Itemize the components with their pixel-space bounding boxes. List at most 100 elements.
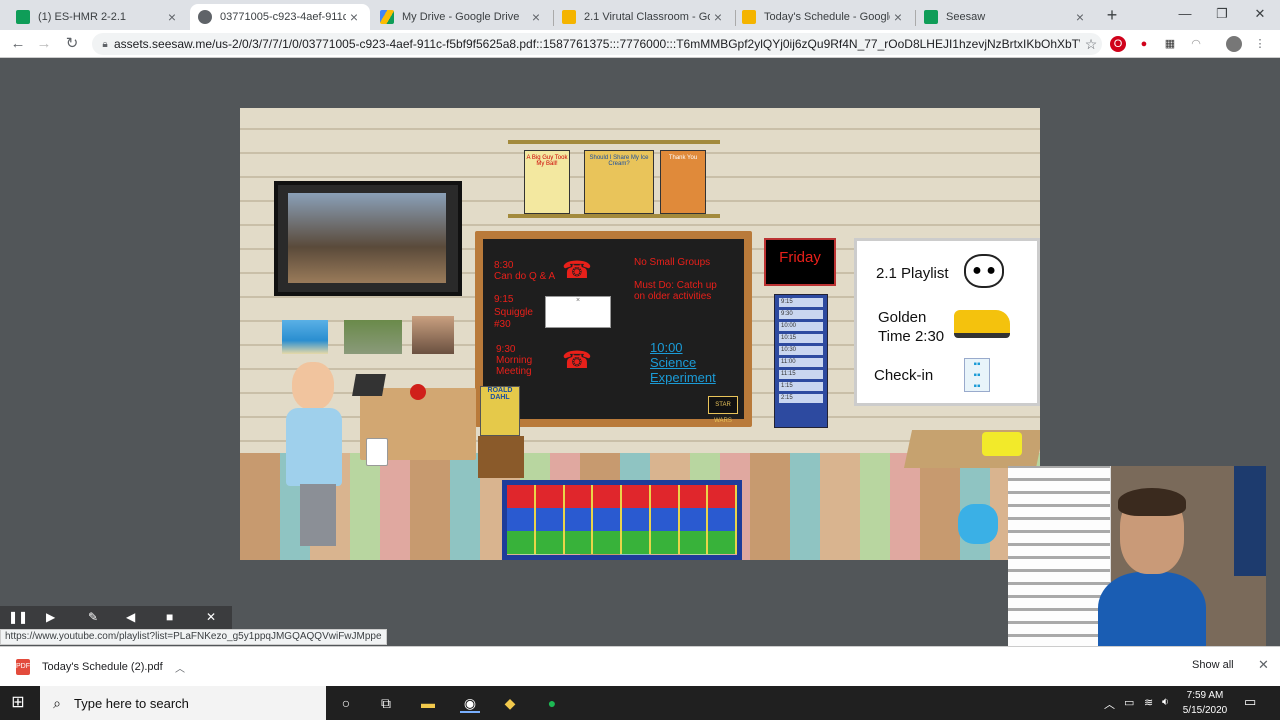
phone-icon[interactable]: ☎: [562, 256, 592, 285]
schedule-time-915: 9:15: [494, 294, 514, 305]
chrome-icon[interactable]: ◉: [460, 693, 480, 713]
shelf: [508, 214, 720, 218]
minimize-button[interactable]: —: [1170, 4, 1200, 24]
roald-dahl-book[interactable]: ROALD DAHL: [480, 386, 520, 436]
tab-title: Seesaw: [946, 11, 986, 23]
playlist-link[interactable]: 2.1 Playlist: [876, 264, 949, 283]
close-icon[interactable]: ×: [164, 9, 180, 25]
check-in-link[interactable]: Check-in: [874, 366, 933, 385]
spotify-icon[interactable]: ●: [542, 693, 562, 713]
speaker-icon[interactable]: ◀: [126, 610, 135, 624]
windows-start-icon[interactable]: ⊞: [8, 694, 28, 712]
tab-seesaw[interactable]: Seesaw ×: [916, 4, 1096, 30]
pocket-card: 11:00: [779, 358, 823, 367]
close-icon[interactable]: ×: [710, 9, 726, 25]
class-photo: [288, 193, 446, 283]
coffee-mug-icon: [366, 438, 388, 466]
close-window-button[interactable]: ✕: [1245, 4, 1275, 24]
reload-button[interactable]: ↻: [62, 34, 82, 54]
close-icon[interactable]: ✕: [206, 610, 216, 624]
app-icon[interactable]: ◆: [500, 693, 520, 713]
new-tab-button[interactable]: +: [1102, 5, 1122, 25]
clock-time: 7:59 AM: [1186, 690, 1224, 701]
teacher-bitmoji-head: [292, 362, 334, 410]
camera-icon[interactable]: ■: [166, 610, 173, 624]
grid-icon[interactable]: ▦: [1162, 36, 1178, 52]
pause-icon[interactable]: ❚❚: [8, 610, 28, 624]
science-experiment-link[interactable]: 10:00 Science Experiment: [650, 340, 716, 385]
back-button[interactable]: ←: [8, 34, 28, 54]
cortana-icon[interactable]: ○: [336, 693, 356, 713]
close-icon[interactable]: ×: [1072, 9, 1088, 25]
check-in-icon[interactable]: ▪▪ ▪▪ ▪▪: [964, 358, 990, 392]
laptop-icon[interactable]: [352, 374, 386, 396]
close-icon[interactable]: ×: [890, 9, 906, 25]
pocket-card: 10:15: [779, 334, 823, 343]
search-placeholder: Type here to search: [74, 695, 189, 711]
sheets-icon: [16, 10, 30, 24]
url-text[interactable]: assets.seesaw.me/us-2/0/3/7/7/1/0/037710…: [114, 37, 1080, 51]
video-controls: ❚❚ ▶ ✎ ◀ ■ ✕: [0, 606, 232, 630]
extension-icon[interactable]: ◠: [1188, 36, 1204, 52]
school-bus-icon[interactable]: [954, 310, 1010, 338]
book-cover[interactable]: Should I Share My Ice Cream?: [584, 150, 654, 214]
star-wars-logo[interactable]: STAR WARS: [708, 396, 738, 424]
carpet-rug: [502, 480, 742, 560]
science-label[interactable]: Science: [650, 355, 716, 370]
book-cover[interactable]: Thank You: [660, 150, 706, 214]
experiment-label[interactable]: Experiment: [650, 370, 716, 385]
pocket-chart: 9:15 9:30 10:00 10:15 10:30 11:00 11:15 …: [774, 294, 828, 428]
book-cover[interactable]: A Big Guy Took My Ball!: [524, 150, 570, 214]
blue-stool: [958, 504, 998, 544]
download-item[interactable]: PDF Today's Schedule (2).pdf ︿: [10, 652, 188, 682]
pocket-card: 10:00: [779, 322, 823, 331]
battery-icon[interactable]: ▭: [1124, 696, 1134, 709]
close-downloads-icon[interactable]: ✕: [1258, 657, 1269, 673]
show-all-button[interactable]: Show all: [1192, 659, 1234, 671]
profile-avatar[interactable]: [1226, 36, 1242, 52]
tab-title: 2.1 Virutal Classroom - Goog: [584, 11, 710, 23]
task-view-icon[interactable]: ⧉: [376, 693, 396, 713]
volume-icon[interactable]: 🔉︎: [1162, 696, 1169, 709]
tab-es-hmr[interactable]: (1) ES-HMR 2-2.1 ×: [8, 4, 188, 30]
opera-icon[interactable]: O: [1110, 36, 1126, 52]
tab-google-drive[interactable]: My Drive - Google Drive ×: [372, 4, 552, 30]
forward-button[interactable]: →: [34, 34, 54, 54]
chevron-up-icon[interactable]: ︿: [172, 660, 188, 675]
science-time[interactable]: 10:00: [650, 340, 716, 355]
close-icon[interactable]: ×: [528, 9, 544, 25]
file-explorer-icon[interactable]: ▬: [418, 693, 438, 713]
play-icon[interactable]: ▶: [46, 610, 55, 624]
tab-virtual-classroom[interactable]: 2.1 Virutal Classroom - Goog ×: [554, 4, 734, 30]
tab-todays-schedule[interactable]: Today's Schedule - Google S ×: [734, 4, 914, 30]
squiggle-thumbnail[interactable]: ×: [545, 296, 611, 328]
taskbar-search[interactable]: ⌕ Type here to search: [40, 686, 326, 720]
globe-icon: [198, 10, 212, 24]
address-bar[interactable]: 🔒︎ assets.seesaw.me/us-2/0/3/7/7/1/0/037…: [92, 33, 1102, 55]
golden-time-label[interactable]: Golden: [878, 308, 926, 327]
menu-icon[interactable]: ⋮: [1252, 36, 1268, 52]
bookmark-star-icon[interactable]: ☆: [1080, 36, 1102, 53]
marshmello-icon[interactable]: ● ●: [964, 254, 1004, 288]
schedule-time-830: 8:30: [494, 260, 514, 271]
system-clock[interactable]: 7:59 AM 5/15/2020: [1180, 688, 1230, 718]
rug-row: [507, 531, 737, 554]
apple-icon[interactable]: [410, 384, 426, 400]
extension-icon[interactable]: ●: [1136, 36, 1152, 52]
slides-icon: [562, 10, 576, 24]
family-picture: [412, 316, 454, 354]
lock-icon: 🔒︎: [102, 38, 108, 50]
tab-seesaw-pdf[interactable]: 03771005-c923-4aef-911c-f5 ×: [190, 4, 370, 30]
phone-icon[interactable]: ☎: [562, 346, 592, 375]
maximize-button[interactable]: ❐: [1207, 4, 1237, 24]
tray-chevron-icon[interactable]: ︿: [1104, 696, 1115, 712]
wifi-icon[interactable]: ≋: [1144, 696, 1153, 709]
schedule-item-qa: Can do Q & A: [494, 271, 556, 282]
download-filename[interactable]: Today's Schedule (2).pdf: [42, 661, 172, 673]
windows-taskbar: ⊞ ⌕ Type here to search ○ ⧉ ▬ ◉ ◆ ● ︿ ▭ …: [0, 686, 1280, 720]
golden-time-value[interactable]: Time 2:30: [878, 327, 944, 346]
pen-icon[interactable]: ✎: [88, 610, 98, 624]
roald-dahl-label: ROALD DAHL: [487, 387, 513, 401]
close-icon[interactable]: ×: [346, 9, 362, 25]
notifications-icon[interactable]: ▭: [1244, 694, 1256, 710]
